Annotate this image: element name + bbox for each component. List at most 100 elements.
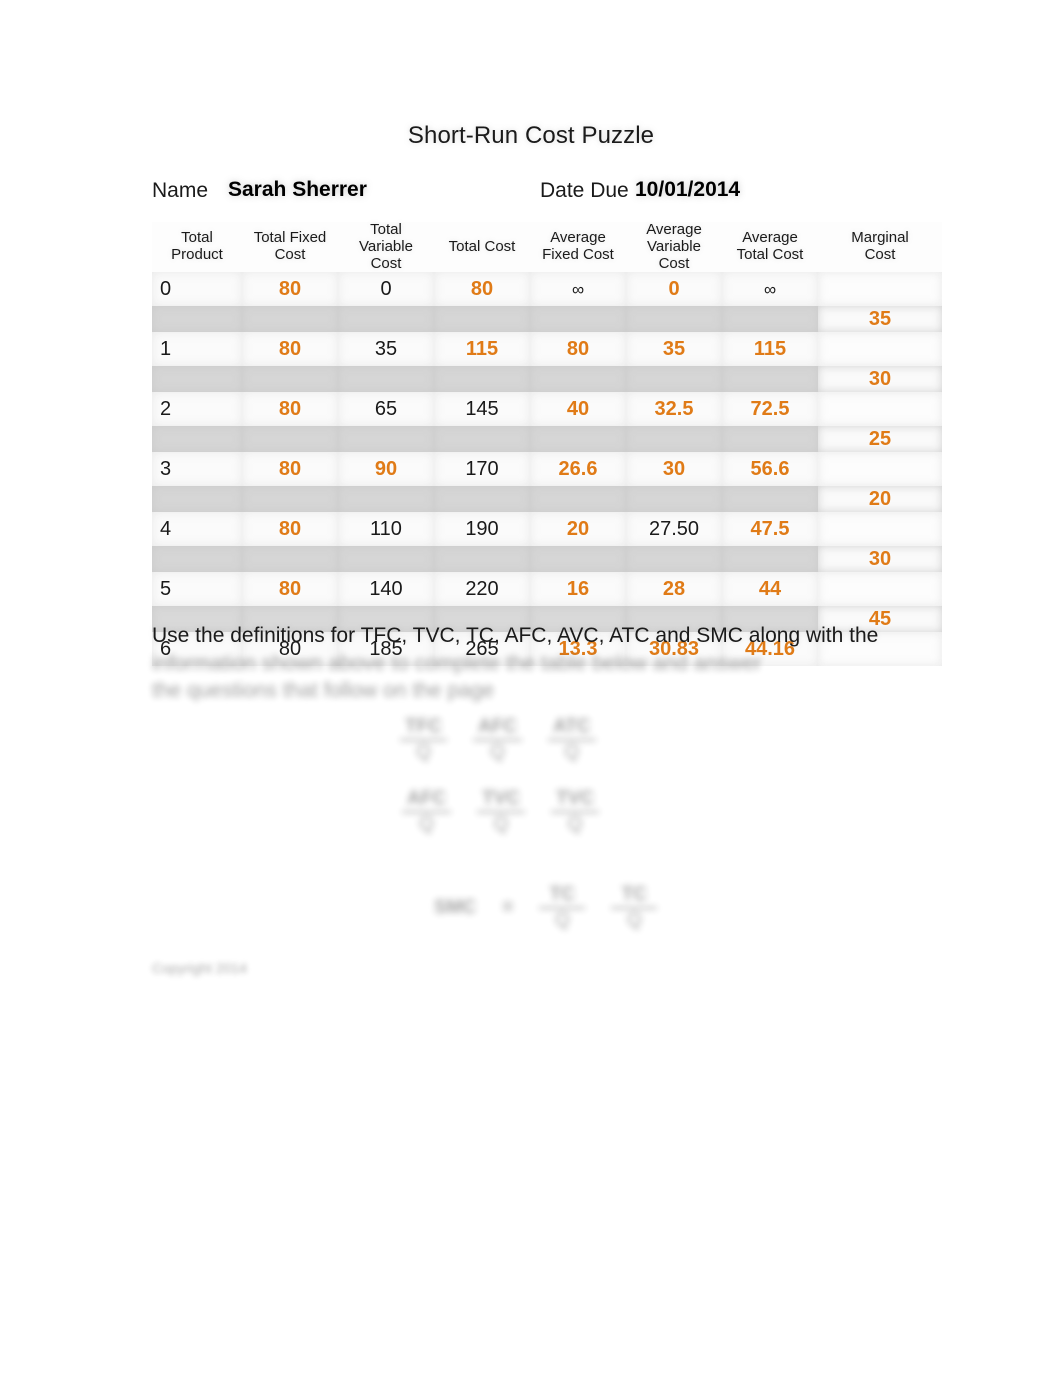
band-cell xyxy=(242,306,338,333)
band-cell xyxy=(338,486,434,513)
equals-sign: = xyxy=(502,897,514,919)
cell-value: 80 xyxy=(470,277,494,300)
cell-tvc: 65 xyxy=(338,392,434,427)
cell-value: 5 xyxy=(160,577,172,600)
cell-afc: ∞ xyxy=(530,272,626,307)
fraction: TC Q xyxy=(611,884,658,933)
cell-value: 80 xyxy=(278,277,302,300)
cell-tp: 5 xyxy=(152,572,242,607)
cell-value: 3 xyxy=(160,457,172,480)
date-due-field-value[interactable]: 10/01/2014 xyxy=(635,178,740,202)
cell-value: 140 xyxy=(369,577,403,600)
band-cell xyxy=(626,306,722,333)
band-cell xyxy=(722,486,818,513)
cell-tvc: 0 xyxy=(338,272,434,307)
cell-value: 80 xyxy=(278,397,302,420)
cell-marginal-cost: 35 xyxy=(818,306,942,333)
cell-value: 35 xyxy=(374,337,398,360)
instruction-line-2-blurred: information shown above to complete the … xyxy=(152,651,762,675)
table-row: 5 80 140 220 16 28 44 xyxy=(152,572,942,607)
document-page: Short-Run Cost Puzzle Name Sarah Sherrer… xyxy=(0,0,1062,1377)
band-cell xyxy=(530,306,626,333)
cell-value: 190 xyxy=(465,517,499,540)
band-cell xyxy=(152,426,242,453)
cell-value: 115 xyxy=(465,337,499,360)
band-cell xyxy=(722,306,818,333)
fraction: AFC Q xyxy=(402,788,452,837)
table-row: 4 80 110 190 20 27.50 47.5 xyxy=(152,512,942,547)
page-title: Short-Run Cost Puzzle xyxy=(407,122,655,149)
cell-marginal-cost: 30 xyxy=(818,546,942,573)
cell-atc: ∞ xyxy=(722,272,818,307)
cell-avc: 27.50 xyxy=(626,512,722,547)
column-header-total-fixed-cost: Total Fixed Cost xyxy=(242,222,338,273)
cell-tp: 3 xyxy=(152,452,242,487)
fraction-denominator: Q xyxy=(419,814,434,836)
cell-avc: 32.5 xyxy=(626,392,722,427)
cell-value: 4 xyxy=(160,517,172,540)
cell-value: 145 xyxy=(465,397,499,420)
cell-value: 44 xyxy=(758,577,782,600)
band-cell xyxy=(434,426,530,453)
header-line: Cost xyxy=(370,254,402,272)
instruction-line-3-blurred: the questions that follow on the page xyxy=(152,679,495,703)
cell-value: 30 xyxy=(868,367,892,390)
name-label: Name xyxy=(152,179,209,202)
column-header-average-total-cost: Average Total Cost xyxy=(722,222,818,273)
fraction-denominator: Q xyxy=(626,910,642,932)
cell-value: 72.5 xyxy=(750,397,790,420)
band-cell xyxy=(722,366,818,393)
band-cell xyxy=(626,486,722,513)
header-line: Average xyxy=(742,229,798,247)
fraction: TVC Q xyxy=(551,788,600,837)
cell-value: 0 xyxy=(668,277,680,300)
marginal-cost-row: 35 xyxy=(152,306,942,333)
cell-value: 16 xyxy=(566,577,590,600)
fraction-denominator: Q xyxy=(564,742,580,764)
formula-lhs-label: SMC xyxy=(434,897,477,919)
band-cell xyxy=(722,426,818,453)
cell-value: 110 xyxy=(370,517,402,540)
cell-tvc: 90 xyxy=(338,452,434,487)
cell-tc: 115 xyxy=(434,332,530,367)
cell-value: 115 xyxy=(753,337,787,360)
band-cell xyxy=(434,306,530,333)
cell-tp: 2 xyxy=(152,392,242,427)
band-cell xyxy=(722,546,818,573)
cell-afc: 16 xyxy=(530,572,626,607)
band-cell xyxy=(338,426,434,453)
cell-afc: 80 xyxy=(530,332,626,367)
header-line: Total Fixed xyxy=(253,229,327,247)
header-line: Average xyxy=(550,229,606,247)
cell-value: 80 xyxy=(278,517,302,540)
fraction-numerator: TC xyxy=(549,884,575,905)
cell-value: 80 xyxy=(278,577,302,600)
cell-avc: 30 xyxy=(626,452,722,487)
fraction: AFC Q xyxy=(472,716,522,765)
cell-value: 80 xyxy=(278,337,302,360)
name-field-value[interactable]: Sarah Sherrer xyxy=(228,178,367,202)
fraction-denominator: Q xyxy=(416,742,431,764)
header-line: Total xyxy=(370,221,402,238)
identification-row: Name Sarah Sherrer Date Due 10/01/2014 xyxy=(152,176,942,208)
fraction-denominator: Q xyxy=(490,742,505,764)
cell-mc-spacer xyxy=(818,392,942,427)
formula-area: TFC Q AFC Q ATC Q AFC Q TVC Q TVC Q SMC … xyxy=(152,706,942,966)
formula-group-3: SMC = TC Q TC Q xyxy=(434,884,658,933)
header-line: Total Cost xyxy=(736,246,804,264)
band-cell xyxy=(434,486,530,513)
band-cell xyxy=(242,486,338,513)
cell-value: 220 xyxy=(465,577,499,600)
cell-tp: 1 xyxy=(152,332,242,367)
cell-avc: 35 xyxy=(626,332,722,367)
fraction-numerator: TC xyxy=(621,884,647,905)
cell-value: 65 xyxy=(374,397,398,420)
cell-tc: 145 xyxy=(434,392,530,427)
cell-value: 28 xyxy=(662,577,686,600)
header-line: Total xyxy=(181,229,213,247)
header-line: Variable xyxy=(647,237,701,255)
band-cell xyxy=(152,486,242,513)
table-header-row: Total Product Total Fixed Cost Total Var… xyxy=(152,221,942,273)
cell-mc-spacer xyxy=(818,512,942,547)
cell-value: 30 xyxy=(868,547,892,570)
